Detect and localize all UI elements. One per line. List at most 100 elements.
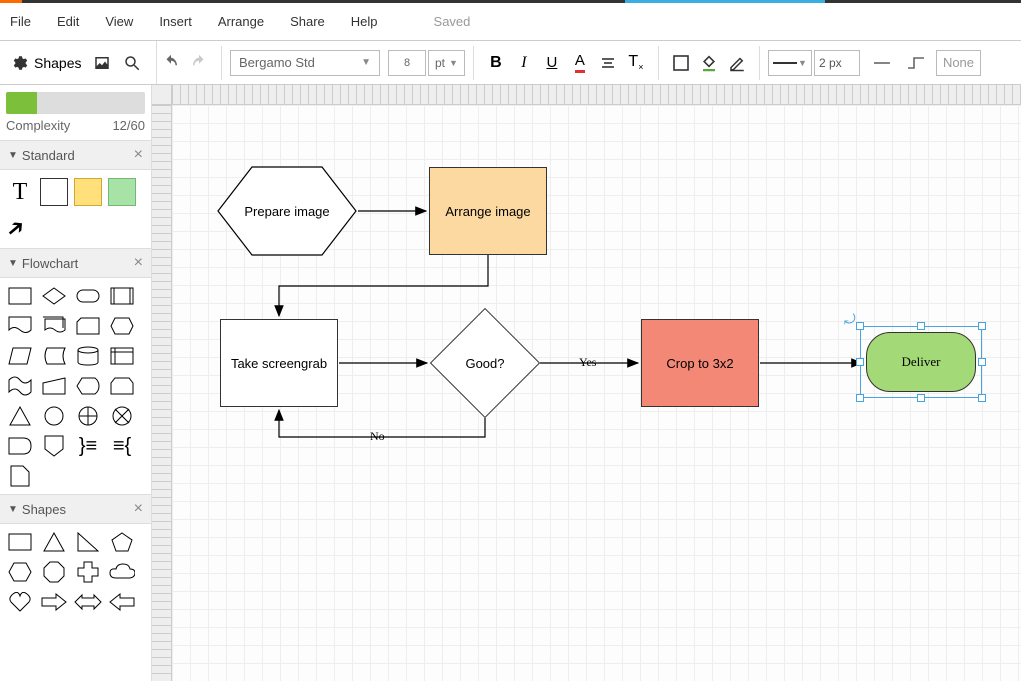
- shape-arrow-left[interactable]: [108, 590, 136, 614]
- menu-share[interactable]: Share: [290, 14, 325, 29]
- shape-process[interactable]: [6, 284, 34, 308]
- shape-display[interactable]: [74, 374, 102, 398]
- gear-icon[interactable]: [10, 54, 28, 72]
- canvas-area[interactable]: Prepare image Arrange image Take screeng…: [152, 85, 1021, 681]
- resize-handle[interactable]: [917, 322, 925, 330]
- shape-preparation[interactable]: [108, 314, 136, 338]
- shape-database[interactable]: [74, 344, 102, 368]
- shape-triangle[interactable]: [40, 530, 68, 554]
- selection-box: [860, 326, 982, 398]
- shape-tape[interactable]: [6, 374, 34, 398]
- menu-file[interactable]: File: [10, 14, 31, 29]
- shape-connector[interactable]: [40, 404, 68, 428]
- shape-right-tri[interactable]: [74, 530, 102, 554]
- shape-rectangle[interactable]: [6, 530, 34, 554]
- node-screengrab[interactable]: Take screengrab: [220, 319, 338, 407]
- clear-format-button[interactable]: T×: [622, 49, 650, 77]
- arrow-end-select[interactable]: None: [936, 50, 981, 76]
- note-tool[interactable]: [74, 178, 102, 206]
- shapes-button[interactable]: Shapes: [34, 55, 81, 71]
- shape-internal[interactable]: [108, 344, 136, 368]
- canvas[interactable]: Prepare image Arrange image Take screeng…: [172, 105, 1021, 681]
- shape-pentagon[interactable]: [108, 530, 136, 554]
- panel-header-standard[interactable]: ▼ Standard ×: [0, 140, 151, 170]
- shape-note[interactable]: [6, 464, 34, 488]
- arrow-start-button[interactable]: [868, 49, 896, 77]
- close-icon[interactable]: ×: [134, 146, 143, 164]
- panel-header-flowchart[interactable]: ▼ Flowchart ×: [0, 248, 151, 278]
- shape-document[interactable]: [6, 314, 34, 338]
- shape-multidoc[interactable]: [40, 314, 68, 338]
- ruler-vertical[interactable]: [152, 105, 172, 681]
- shape-arrow-double[interactable]: [74, 590, 102, 614]
- shape-sum[interactable]: [108, 404, 136, 428]
- menu-help[interactable]: Help: [351, 14, 378, 29]
- shape-brace-l[interactable]: ≡{: [108, 434, 136, 458]
- font-family-select[interactable]: Bergamo Std ▼: [230, 50, 380, 76]
- shape-hexagon[interactable]: [6, 560, 34, 584]
- text-tool[interactable]: T: [6, 178, 34, 206]
- basic-shapes-grid: [0, 524, 151, 620]
- rect-tool[interactable]: [40, 178, 68, 206]
- node-prepare[interactable]: Prepare image: [217, 166, 357, 256]
- resize-handle[interactable]: [856, 322, 864, 330]
- menu-view[interactable]: View: [105, 14, 133, 29]
- line-style-select[interactable]: ▼: [768, 50, 812, 76]
- shape-cross[interactable]: [74, 560, 102, 584]
- shape-cloud[interactable]: [108, 560, 136, 584]
- stroke-width-input[interactable]: [814, 50, 860, 76]
- shape-loop-limit[interactable]: [108, 374, 136, 398]
- align-button[interactable]: [594, 49, 622, 77]
- node-arrange[interactable]: Arrange image: [429, 167, 547, 255]
- text-color-button[interactable]: A: [566, 49, 594, 77]
- undo-button[interactable]: [157, 49, 185, 77]
- border-color-button[interactable]: [723, 49, 751, 77]
- font-size-input[interactable]: [388, 50, 426, 76]
- shape-stored[interactable]: [40, 344, 68, 368]
- redo-button[interactable]: [185, 49, 213, 77]
- fill-color-button[interactable]: [695, 49, 723, 77]
- shape-predefined[interactable]: [108, 284, 136, 308]
- arrow-end-value: None: [943, 55, 974, 70]
- node-decision[interactable]: Good?: [430, 308, 540, 418]
- close-icon[interactable]: ×: [134, 254, 143, 272]
- ruler-horizontal[interactable]: [172, 85, 1021, 105]
- close-icon[interactable]: ×: [134, 500, 143, 518]
- shape-or[interactable]: [74, 404, 102, 428]
- shape-delay[interactable]: [6, 434, 34, 458]
- shape-heart[interactable]: [6, 590, 34, 614]
- shape-decision[interactable]: [40, 284, 68, 308]
- resize-handle[interactable]: [856, 358, 864, 366]
- search-icon[interactable]: [123, 54, 141, 72]
- shape-card[interactable]: [74, 314, 102, 338]
- image-icon[interactable]: [93, 54, 111, 72]
- shape-terminator[interactable]: [74, 284, 102, 308]
- sidebar: Complexity 12/60 ▼ Standard × T ➔ ▼ Flow…: [0, 85, 152, 681]
- resize-handle[interactable]: [917, 394, 925, 402]
- block-tool[interactable]: [108, 178, 136, 206]
- shape-arrow-right[interactable]: [40, 590, 68, 614]
- menu-edit[interactable]: Edit: [57, 14, 79, 29]
- node-crop[interactable]: Crop to 3x2: [641, 319, 759, 407]
- bold-button[interactable]: B: [482, 49, 510, 77]
- resize-handle[interactable]: [978, 394, 986, 402]
- resize-handle[interactable]: [856, 394, 864, 402]
- menu-arrange[interactable]: Arrange: [218, 14, 264, 29]
- font-unit-select[interactable]: pt ▼: [428, 50, 465, 76]
- shape-extract[interactable]: [6, 404, 34, 428]
- shape-brace-r[interactable]: }≡: [74, 434, 102, 458]
- italic-button[interactable]: I: [510, 49, 538, 77]
- fill-shape-button[interactable]: [667, 49, 695, 77]
- panel-header-shapes[interactable]: ▼ Shapes ×: [0, 494, 151, 524]
- resize-handle[interactable]: [978, 322, 986, 330]
- shape-data[interactable]: [6, 344, 34, 368]
- resize-handle[interactable]: [978, 358, 986, 366]
- shape-offpage[interactable]: [40, 434, 68, 458]
- shape-octagon[interactable]: [40, 560, 68, 584]
- underline-button[interactable]: U: [538, 49, 566, 77]
- line-path-button[interactable]: [902, 49, 930, 77]
- line-tool[interactable]: ➔: [0, 206, 39, 245]
- rotate-handle-icon[interactable]: ⤾: [844, 311, 856, 328]
- shape-manual-input[interactable]: [40, 374, 68, 398]
- menu-insert[interactable]: Insert: [159, 14, 192, 29]
